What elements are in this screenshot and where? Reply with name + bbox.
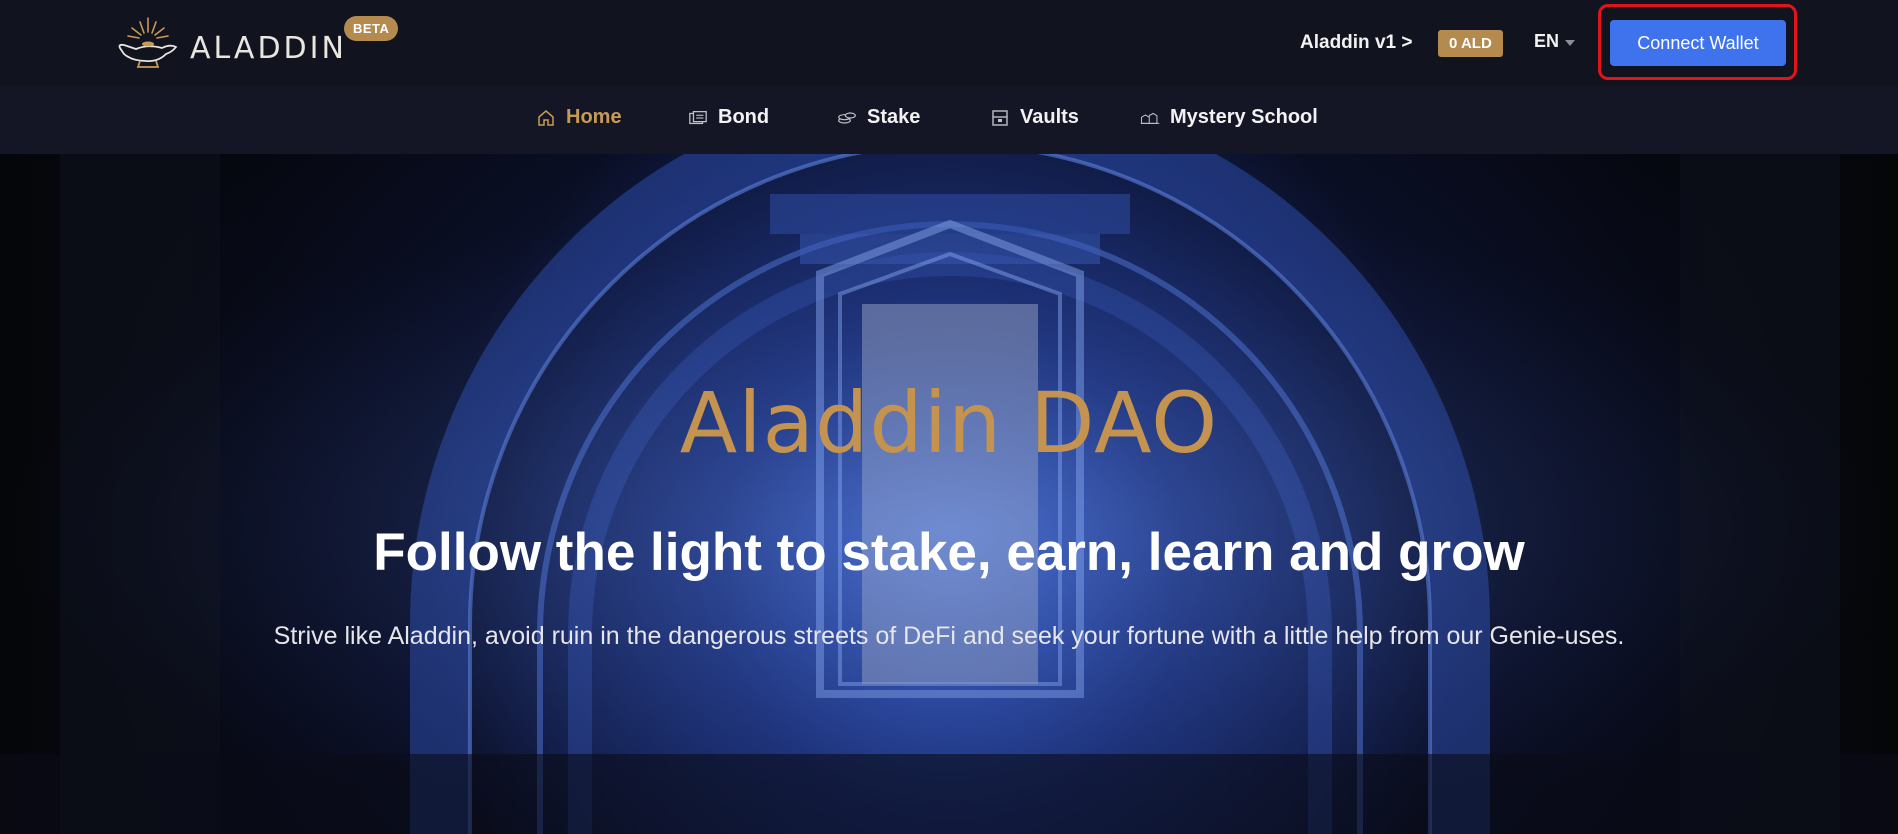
- language-selector[interactable]: EN: [1534, 31, 1576, 52]
- ald-balance-badge[interactable]: 0 ALD: [1438, 30, 1503, 57]
- hero-background-arch: [0, 154, 1898, 834]
- school-icon: [1140, 112, 1160, 124]
- genie-lamp-icon: [118, 17, 178, 68]
- hero-section: Aladdin DAO Follow the light to stake, e…: [0, 154, 1898, 834]
- nav-item-label: Home: [566, 106, 622, 128]
- nav-item-stake[interactable]: Stake: [837, 106, 920, 129]
- stake-icon: [838, 111, 856, 124]
- nav-item-bond[interactable]: Bond: [688, 106, 769, 129]
- logo-text: ALADDIN: [190, 30, 347, 66]
- chevron-down-icon: [1565, 39, 1576, 46]
- connect-wallet-button[interactable]: Connect Wallet: [1610, 20, 1786, 66]
- nav-item-vaults[interactable]: Vaults: [990, 106, 1079, 129]
- top-bar: ALADDIN BETA Aladdin v1 > 0 ALD EN Conne…: [0, 0, 1898, 86]
- nav-item-label: Bond: [718, 106, 770, 128]
- beta-badge: BETA: [344, 16, 399, 41]
- version-link[interactable]: Aladdin v1 >: [1300, 32, 1412, 54]
- nav-item-label: Mystery School: [1170, 106, 1318, 128]
- hero-title: Aladdin DAO: [679, 374, 1219, 472]
- language-label: EN: [1534, 31, 1560, 51]
- home-icon: [538, 109, 554, 126]
- main-nav: Home Bond Stake Vaults Mystery School: [0, 86, 1898, 154]
- logo[interactable]: ALADDIN: [110, 14, 347, 72]
- nav-item-mystery-school[interactable]: Mystery School: [1140, 106, 1318, 129]
- hero-subtitle: Follow the light to stake, earn, learn a…: [373, 523, 1525, 582]
- hero-description: Strive like Aladdin, avoid ruin in the d…: [273, 622, 1625, 650]
- vault-icon: [992, 109, 1008, 126]
- nav-item-label: Vaults: [1020, 106, 1079, 128]
- bond-icon: [689, 110, 707, 124]
- nav-item-label: Stake: [867, 106, 921, 128]
- nav-item-home[interactable]: Home: [536, 106, 622, 129]
